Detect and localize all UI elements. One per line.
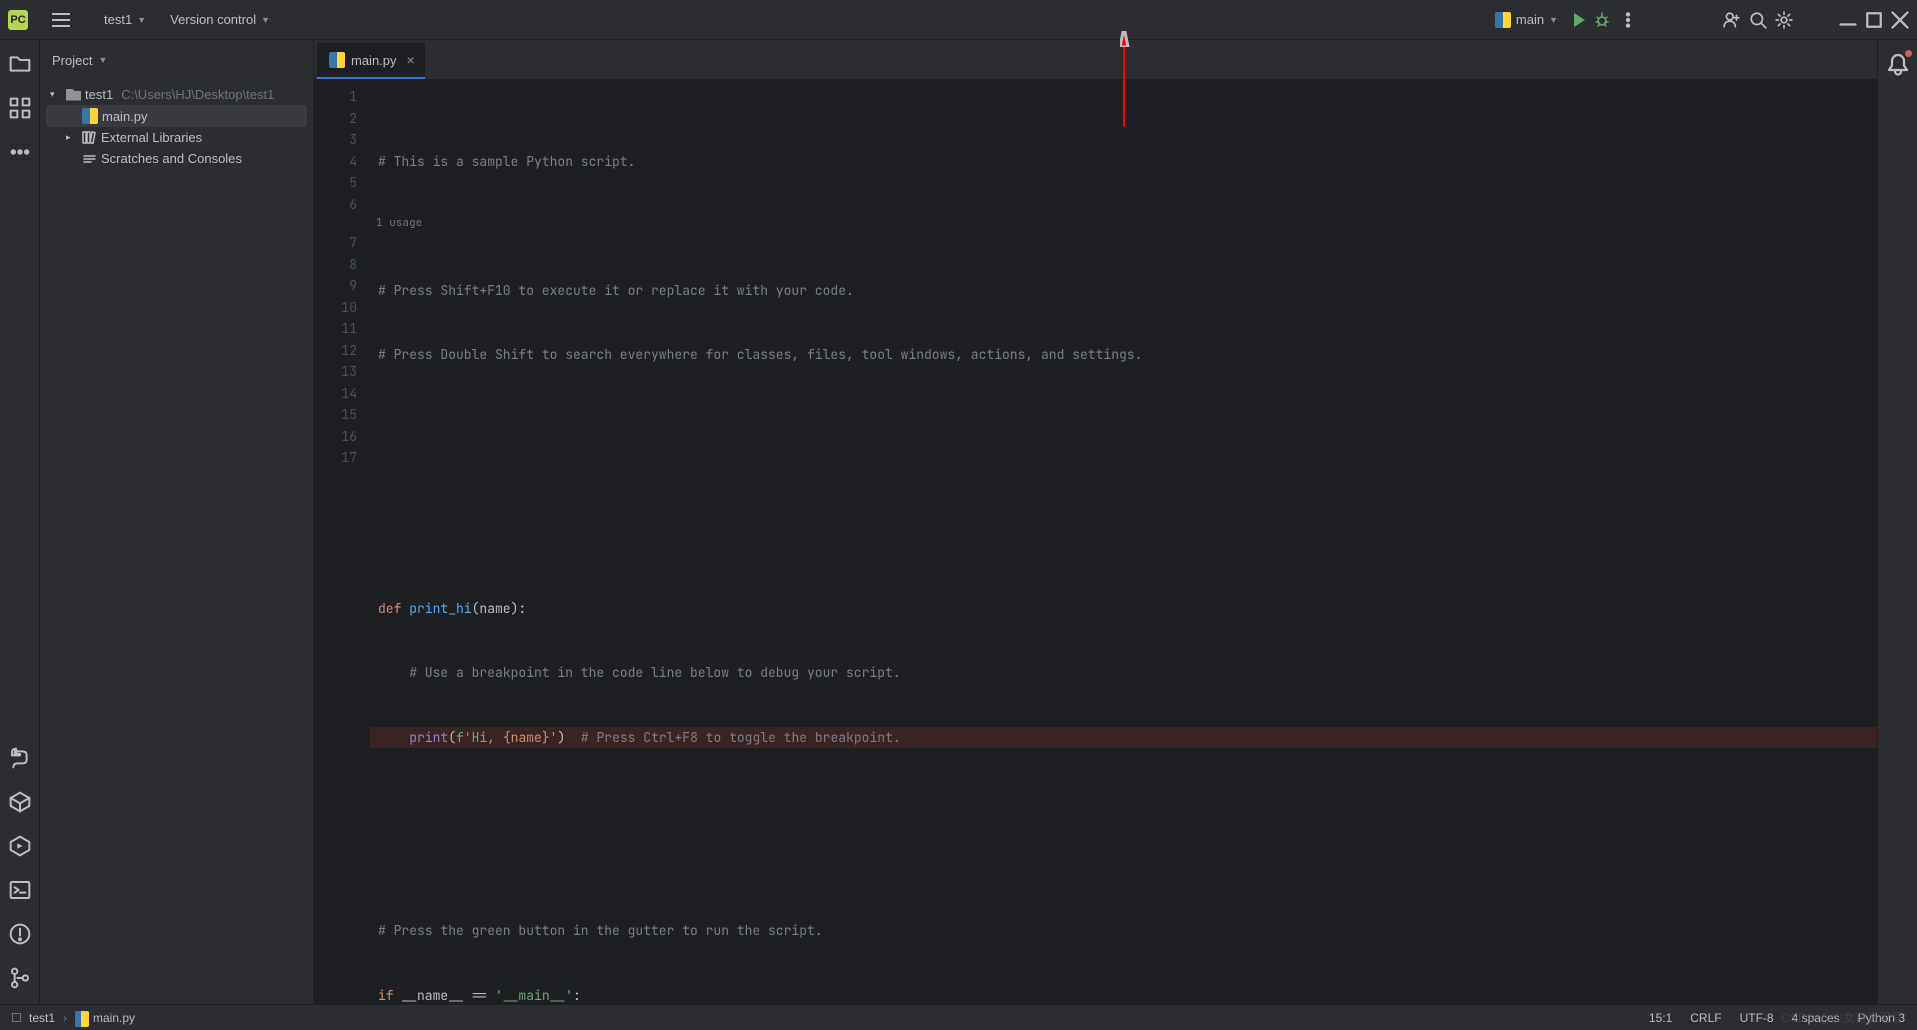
gutter-spacer <box>314 215 370 232</box>
vcs-button[interactable] <box>8 966 32 990</box>
tree-file-item[interactable]: main.py <box>46 105 307 127</box>
run-config-label: main <box>1516 12 1544 27</box>
line-number: 13 <box>314 361 370 383</box>
right-toolbar <box>1877 40 1917 1004</box>
status-line-sep[interactable]: CRLF <box>1690 1011 1721 1025</box>
structure-tool-button[interactable] <box>8 96 32 120</box>
python-icon <box>329 52 345 68</box>
tree-external-libraries[interactable]: ▸ External Libraries <box>46 127 307 148</box>
project-view-label: Project <box>52 53 92 68</box>
crumb-sep-icon: › <box>63 1011 67 1025</box>
scratch-icon <box>82 151 97 166</box>
editor-area: main.py × 1 2 3 4 5 6 7 8 9 10 11 12 <box>314 40 1917 1004</box>
main-area: Project ▼ ▾ test1 C:\Users\HJ\Desktop\te… <box>0 40 1917 1004</box>
module-icon <box>12 1013 21 1022</box>
tree-scratches-label: Scratches and Consoles <box>101 151 242 166</box>
python-console-button[interactable] <box>8 746 32 770</box>
editor-tabs: main.py × <box>314 40 1917 80</box>
vcs-dropdown[interactable]: Version control ▼ <box>170 12 270 27</box>
line-number: 10 <box>314 297 370 319</box>
line-number: 6 <box>314 194 370 216</box>
code-content[interactable]: 1 usage # This is a sample Python script… <box>370 80 1917 1004</box>
chevron-down-icon: ▼ <box>1549 15 1558 25</box>
folder-icon <box>66 89 81 101</box>
header-right: main ▼ <box>1487 8 1909 32</box>
run-button[interactable] <box>1574 13 1585 27</box>
status-interpreter[interactable]: Python 3 <box>1858 1011 1905 1025</box>
line-number: 15 <box>314 404 370 426</box>
project-tree: ▾ test1 C:\Users\HJ\Desktop\test1 main.p… <box>40 80 313 173</box>
status-right: 15:1 CRLF UTF-8 4 spaces Python 3 <box>1649 1011 1905 1025</box>
line-number: 1 <box>314 86 370 108</box>
editor-tab-active[interactable]: main.py × <box>317 43 425 79</box>
line-number: 17 <box>314 447 370 469</box>
project-sidebar: Project ▼ ▾ test1 C:\Users\HJ\Desktop\te… <box>40 40 314 1004</box>
window-close-button[interactable] <box>1891 11 1909 29</box>
problems-button[interactable] <box>8 922 32 946</box>
line-number: 11 <box>314 318 370 340</box>
tree-root-path: C:\Users\HJ\Desktop\test1 <box>121 87 274 102</box>
notifications-button[interactable] <box>1886 52 1910 76</box>
python-icon <box>1495 12 1511 28</box>
line-number: 5 <box>314 172 370 194</box>
line-number: 14 <box>314 383 370 405</box>
line-number: 16 <box>314 426 370 448</box>
project-name: test1 <box>104 12 132 27</box>
line-number: 8 <box>314 254 370 276</box>
header-left: PC test1 ▼ Version control ▼ <box>8 10 270 30</box>
window-minimize-button[interactable] <box>1839 11 1857 29</box>
more-tools-button[interactable] <box>8 140 32 164</box>
crumb-file[interactable]: main.py <box>93 1011 135 1025</box>
close-tab-icon[interactable]: × <box>407 52 415 68</box>
code-viewport[interactable]: 1 2 3 4 5 6 7 8 9 10 11 12 13 14 15 16 1… <box>314 80 1917 1004</box>
debug-button[interactable] <box>1593 11 1611 29</box>
tree-root[interactable]: ▾ test1 C:\Users\HJ\Desktop\test1 <box>46 84 307 105</box>
usage-hint[interactable]: 1 usage <box>368 213 422 235</box>
more-actions-button[interactable] <box>1619 11 1637 29</box>
tree-file-label: main.py <box>102 109 148 124</box>
status-indent[interactable]: 4 spaces <box>1792 1011 1840 1025</box>
python-icon <box>75 1011 89 1025</box>
tree-root-label: test1 <box>85 87 113 102</box>
tab-label: main.py <box>351 53 397 68</box>
settings-icon[interactable] <box>1775 11 1793 29</box>
status-caret-pos[interactable]: 15:1 <box>1649 1011 1672 1025</box>
project-view-selector[interactable]: Project ▼ <box>40 40 313 80</box>
search-icon[interactable] <box>1749 11 1767 29</box>
chevron-down-icon: ▼ <box>137 15 146 25</box>
status-bar: test1 › main.py 15:1 CRLF UTF-8 4 spaces… <box>0 1004 1917 1030</box>
tree-ext-lib-label: External Libraries <box>101 130 202 145</box>
line-number: 3 <box>314 129 370 151</box>
line-number: 7 <box>314 232 370 254</box>
library-icon <box>82 130 97 145</box>
project-dropdown[interactable]: test1 ▼ <box>104 12 146 27</box>
project-tool-button[interactable] <box>8 52 32 76</box>
code-with-me-icon[interactable] <box>1723 11 1741 29</box>
run-config-dropdown[interactable]: main ▼ <box>1487 8 1566 32</box>
chevron-down-icon: ▾ <box>50 89 62 100</box>
pycharm-logo-icon: PC <box>8 10 28 30</box>
line-number: 2 <box>314 108 370 130</box>
line-number: 12 <box>314 340 370 362</box>
terminal-button[interactable] <box>8 878 32 902</box>
status-encoding[interactable]: UTF-8 <box>1740 1011 1774 1025</box>
title-bar: PC test1 ▼ Version control ▼ main ▼ <box>0 0 1917 40</box>
line-number: 4 <box>314 151 370 173</box>
chevron-down-icon: ▼ <box>98 55 107 65</box>
vcs-label: Version control <box>170 12 256 27</box>
crumb-project[interactable]: test1 <box>29 1011 55 1025</box>
window-maximize-button[interactable] <box>1865 11 1883 29</box>
python-icon <box>82 108 98 124</box>
breadcrumb: test1 › main.py <box>12 1011 135 1025</box>
chevron-right-icon: ▸ <box>66 132 78 143</box>
services-button[interactable] <box>8 834 32 858</box>
left-toolbar <box>0 40 40 1004</box>
gutter: 1 2 3 4 5 6 7 8 9 10 11 12 13 14 15 16 1… <box>314 80 370 469</box>
python-packages-button[interactable] <box>8 790 32 814</box>
tree-scratches[interactable]: Scratches and Consoles <box>46 148 307 169</box>
chevron-down-icon: ▼ <box>261 15 270 25</box>
line-number: 9 <box>314 275 370 297</box>
main-menu-button[interactable] <box>52 13 70 27</box>
